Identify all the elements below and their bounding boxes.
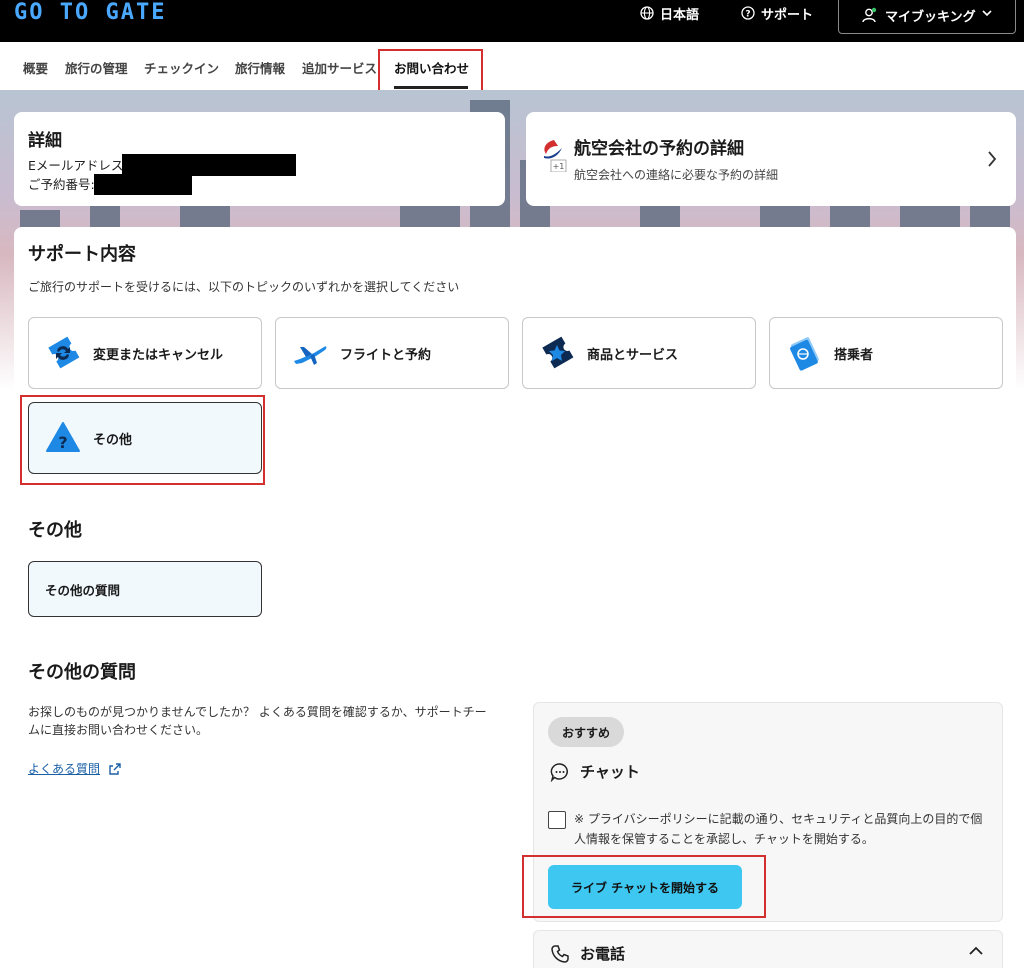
topic-change-cancel[interactable]: 変更またはキャンセル	[28, 317, 262, 389]
topic-products-services[interactable]: 商品とサービス	[522, 317, 756, 389]
topic-passengers[interactable]: 搭乗者	[769, 317, 1003, 389]
details-title: 詳細	[28, 131, 62, 151]
faq-link[interactable]: よくある質問	[28, 760, 122, 777]
consent-checkbox[interactable]	[548, 811, 566, 829]
airplane-icon	[294, 346, 327, 365]
airline-logo-icon: +1	[544, 140, 567, 172]
airline-card-title: 航空会社の予約の詳細	[574, 139, 744, 159]
highlight-box	[522, 855, 766, 918]
topic-label: 搭乗者	[834, 347, 874, 363]
other-questions-description-line1: お探しのものが見つかりませんでしたか？ よくある質問を確認するか、サポートチー	[28, 705, 487, 719]
tab-extra-services[interactable]: 追加サービス	[302, 58, 377, 77]
tab-travel-info[interactable]: 旅行情報	[235, 58, 285, 77]
chat-bubble-icon	[550, 762, 568, 782]
ticket-star-icon	[542, 336, 574, 369]
redacted-email	[122, 154, 296, 176]
phone-title-label: お電話	[580, 945, 626, 963]
logo[interactable]: GO TO GATE	[14, 0, 166, 26]
topic-label: 商品とサービス	[587, 347, 679, 363]
topic-flight-booking[interactable]: フライトと予約	[275, 317, 509, 389]
chevron-up-icon[interactable]	[968, 945, 984, 957]
subtopic-label: その他の質問	[45, 582, 121, 598]
top-bar: GO TO GATE 日本語 ? サポート マイブッキング	[0, 0, 1024, 42]
phone-icon	[551, 944, 569, 963]
external-link-icon	[109, 762, 121, 775]
topic-label: 変更またはキャンセル	[93, 347, 224, 363]
chat-title-label: チャット	[580, 763, 640, 781]
chevron-right-icon	[988, 151, 997, 167]
tab-manage-trip[interactable]: 旅行の管理	[65, 58, 128, 77]
airline-card-subtitle: 航空会社への連絡に必要な予約の詳細	[574, 168, 779, 182]
globe-icon	[640, 6, 654, 20]
other-heading: その他	[28, 520, 82, 541]
details-card: 詳細 Eメールアドレス ご予約番号:	[14, 112, 505, 206]
booking-nav: 概要 旅行の管理 チェックイン 旅行情報 追加サービス お問い合わせ	[0, 42, 1024, 90]
support-description: ご旅行のサポートを受けるには、以下のトピックのいずれかを選択してください	[28, 280, 460, 294]
help-circle-icon: ?	[741, 6, 755, 20]
ticket-change-icon	[48, 336, 80, 369]
language-selector[interactable]: 日本語	[640, 4, 700, 23]
phone-panel[interactable]: お電話	[533, 930, 1003, 968]
redacted-booking-number	[94, 174, 192, 195]
my-booking-label: マイブッキング	[885, 9, 976, 25]
email-label: Eメールアドレス	[28, 158, 124, 173]
user-icon	[862, 7, 877, 23]
support-link[interactable]: ? サポート	[741, 4, 814, 23]
my-booking-button[interactable]: マイブッキング	[838, 0, 1016, 34]
passenger-count-badge: +1	[553, 162, 565, 171]
language-label: 日本語	[660, 7, 700, 23]
recommended-badge: おすすめ	[548, 717, 625, 747]
other-questions-description-line2: ムに直接お問い合わせください。	[28, 723, 209, 737]
other-questions-heading: その他の質問	[28, 662, 136, 683]
tab-overview[interactable]: 概要	[23, 58, 48, 77]
support-heading: サポート内容	[28, 244, 136, 265]
highlight-box	[378, 49, 483, 96]
svg-text:?: ?	[745, 10, 750, 20]
passport-icon	[790, 337, 819, 371]
booking-number-label: ご予約番号:	[28, 177, 95, 192]
topic-label: フライトと予約	[340, 347, 432, 363]
phone-title: お電話	[550, 943, 625, 964]
highlight-box	[20, 395, 265, 485]
chat-title: チャット	[550, 761, 640, 782]
chevron-down-icon	[982, 10, 992, 17]
subtopic-other-questions[interactable]: その他の質問	[28, 561, 262, 617]
faq-link-label: よくある質問	[28, 762, 101, 776]
tab-checkin[interactable]: チェックイン	[144, 58, 219, 77]
airline-booking-card[interactable]: +1 航空会社の予約の詳細 航空会社への連絡に必要な予約の詳細	[526, 112, 1016, 206]
support-label: サポート	[761, 7, 814, 23]
consent-text: ※ プライバシーポリシーに記載の通り、セキュリティと品質向上の目的で個人情報を保…	[574, 812, 983, 846]
